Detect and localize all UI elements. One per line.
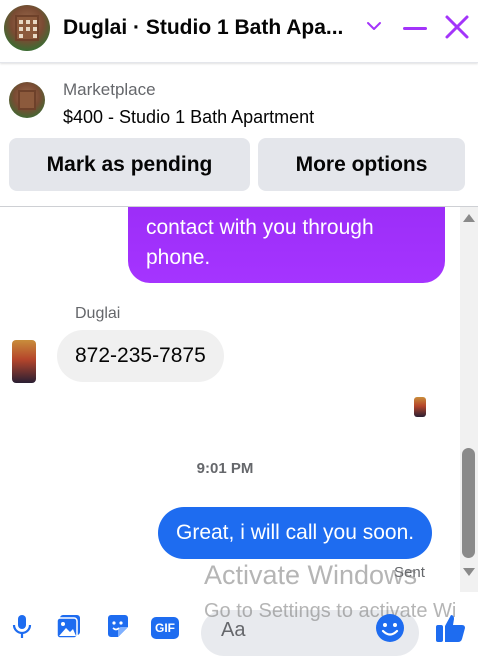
outgoing-message-bubble[interactable]: Great, i will call you soon. <box>158 507 433 559</box>
seen-indicator-avatar <box>414 397 426 417</box>
message-list[interactable]: contact with you through phone. Duglai 8… <box>0 207 460 592</box>
incoming-message-bubble[interactable]: 872-235-7875 <box>57 330 224 382</box>
more-options-button[interactable]: More options <box>258 138 465 191</box>
scroll-up-arrow-icon[interactable] <box>462 212 476 224</box>
photo-icon[interactable] <box>55 612 83 640</box>
message-timestamp: 9:01 PM <box>196 460 254 477</box>
scroll-down-arrow-icon[interactable] <box>462 566 476 578</box>
listing-thumbnail[interactable] <box>9 82 45 118</box>
thumbs-up-icon[interactable] <box>433 610 469 646</box>
mark-as-pending-button[interactable]: Mark as pending <box>9 138 250 191</box>
sticker-icon[interactable] <box>104 612 132 640</box>
message-placeholder: Aa <box>221 619 246 641</box>
chevron-down-icon[interactable] <box>366 20 382 32</box>
incoming-message-text: 872-235-7875 <box>75 344 206 367</box>
sender-name: Duglai <box>75 305 121 322</box>
outgoing-message-text: Great, i will call you soon. <box>176 521 415 544</box>
close-icon[interactable] <box>444 14 470 40</box>
chat-header: Duglai · Studio 1 Bath Apa... <box>0 0 478 63</box>
emoji-icon[interactable] <box>374 612 406 644</box>
minimize-icon[interactable] <box>403 27 427 30</box>
scrollbar-thumb[interactable] <box>462 448 475 558</box>
sender-avatar[interactable] <box>12 340 36 383</box>
outgoing-message-bubble[interactable]: contact with you through phone. <box>128 207 445 283</box>
activation-watermark-title: Activate Windows <box>204 560 418 590</box>
gif-icon[interactable]: GIF <box>151 617 179 639</box>
gif-label: GIF <box>155 621 175 635</box>
chat-title[interactable]: Duglai · Studio 1 Bath Apa... <box>63 16 343 40</box>
marketplace-label: Marketplace <box>63 80 156 99</box>
building-avatar[interactable] <box>4 5 50 51</box>
microphone-icon[interactable] <box>8 612 36 640</box>
listing-title[interactable]: $400 - Studio 1 Bath Apartment <box>63 107 314 128</box>
outgoing-message-text: contact with you through phone. <box>146 216 374 269</box>
